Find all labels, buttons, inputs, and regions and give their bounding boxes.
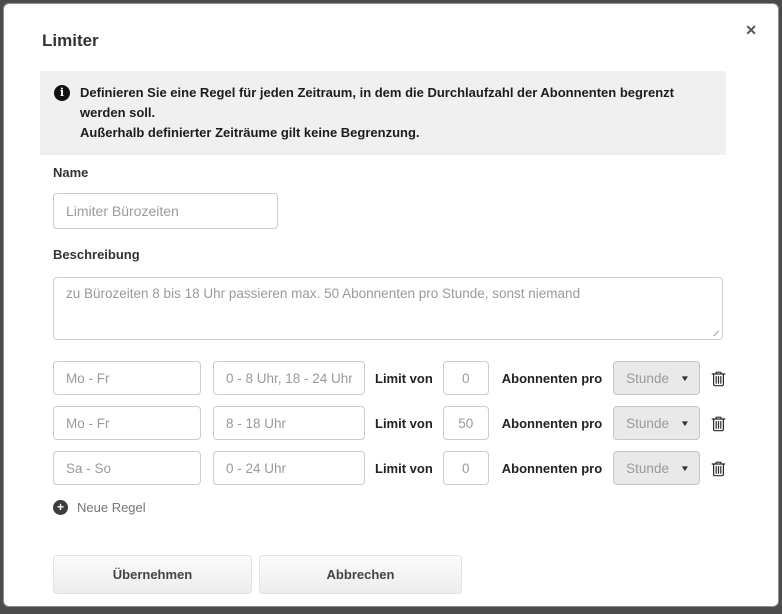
- abonnenten-pro-label: Abonnenten pro: [502, 461, 602, 476]
- close-button[interactable]: ✕: [743, 21, 759, 39]
- close-icon: ✕: [745, 22, 757, 38]
- unit-select-value: Stunde: [626, 461, 669, 476]
- dialog-actions: Übernehmen Abbrechen: [53, 555, 726, 594]
- timerange-input[interactable]: [213, 406, 365, 440]
- chevron-down-icon: ▼: [680, 464, 690, 473]
- limit-input[interactable]: [443, 451, 489, 485]
- description-field: zu Bürozeiten 8 bis 18 Uhr passieren max…: [53, 277, 723, 340]
- rule-row: Limit von Abonnenten pro Stunde ▼: [53, 451, 726, 485]
- days-input[interactable]: [53, 406, 201, 440]
- limit-von-label: Limit von: [375, 371, 433, 386]
- chevron-down-icon: ▼: [680, 374, 690, 383]
- limiter-dialog: ✕ Limiter i Definieren Sie eine Regel fü…: [3, 3, 779, 607]
- timerange-input[interactable]: [213, 361, 365, 395]
- info-text: Definieren Sie eine Regel für jeden Zeit…: [80, 83, 712, 143]
- cancel-button[interactable]: Abbrechen: [259, 555, 462, 594]
- limit-von-label: Limit von: [375, 461, 433, 476]
- unit-select[interactable]: Stunde ▼: [613, 406, 700, 440]
- plus-icon: +: [53, 500, 68, 515]
- limit-input[interactable]: [443, 361, 489, 395]
- days-input[interactable]: [53, 451, 201, 485]
- days-input[interactable]: [53, 361, 201, 395]
- description-textarea[interactable]: zu Bürozeiten 8 bis 18 Uhr passieren max…: [53, 277, 723, 340]
- info-icon: i: [54, 85, 70, 101]
- unit-select-value: Stunde: [626, 371, 669, 386]
- limit-von-label: Limit von: [375, 416, 433, 431]
- info-banner: i Definieren Sie eine Regel für jeden Ze…: [40, 71, 726, 155]
- unit-select[interactable]: Stunde ▼: [613, 451, 700, 485]
- add-rule-label: Neue Regel: [77, 500, 146, 515]
- abonnenten-pro-label: Abonnenten pro: [502, 416, 602, 431]
- name-input[interactable]: [53, 193, 278, 229]
- unit-select-value: Stunde: [626, 416, 669, 431]
- trash-icon: [711, 460, 726, 477]
- dialog-title: Limiter: [42, 31, 726, 51]
- unit-select[interactable]: Stunde ▼: [613, 361, 700, 395]
- rule-row: Limit von Abonnenten pro Stunde ▼: [53, 406, 726, 440]
- name-label: Name: [53, 165, 726, 180]
- trash-icon: [711, 370, 726, 387]
- delete-rule-button[interactable]: [711, 415, 726, 432]
- trash-icon: [711, 415, 726, 432]
- abonnenten-pro-label: Abonnenten pro: [502, 371, 602, 386]
- delete-rule-button[interactable]: [711, 370, 726, 387]
- chevron-down-icon: ▼: [680, 419, 690, 428]
- info-line-1: Definieren Sie eine Regel für jeden Zeit…: [80, 83, 712, 123]
- timerange-input[interactable]: [213, 451, 365, 485]
- limit-input[interactable]: [443, 406, 489, 440]
- apply-button[interactable]: Übernehmen: [53, 555, 252, 594]
- delete-rule-button[interactable]: [711, 460, 726, 477]
- info-line-2: Außerhalb definierter Zeiträume gilt kei…: [80, 123, 712, 143]
- rules-list: Limit von Abonnenten pro Stunde ▼: [53, 361, 726, 485]
- add-rule-button[interactable]: + Neue Regel: [53, 500, 146, 515]
- rule-row: Limit von Abonnenten pro Stunde ▼: [53, 361, 726, 395]
- description-label: Beschreibung: [53, 247, 726, 262]
